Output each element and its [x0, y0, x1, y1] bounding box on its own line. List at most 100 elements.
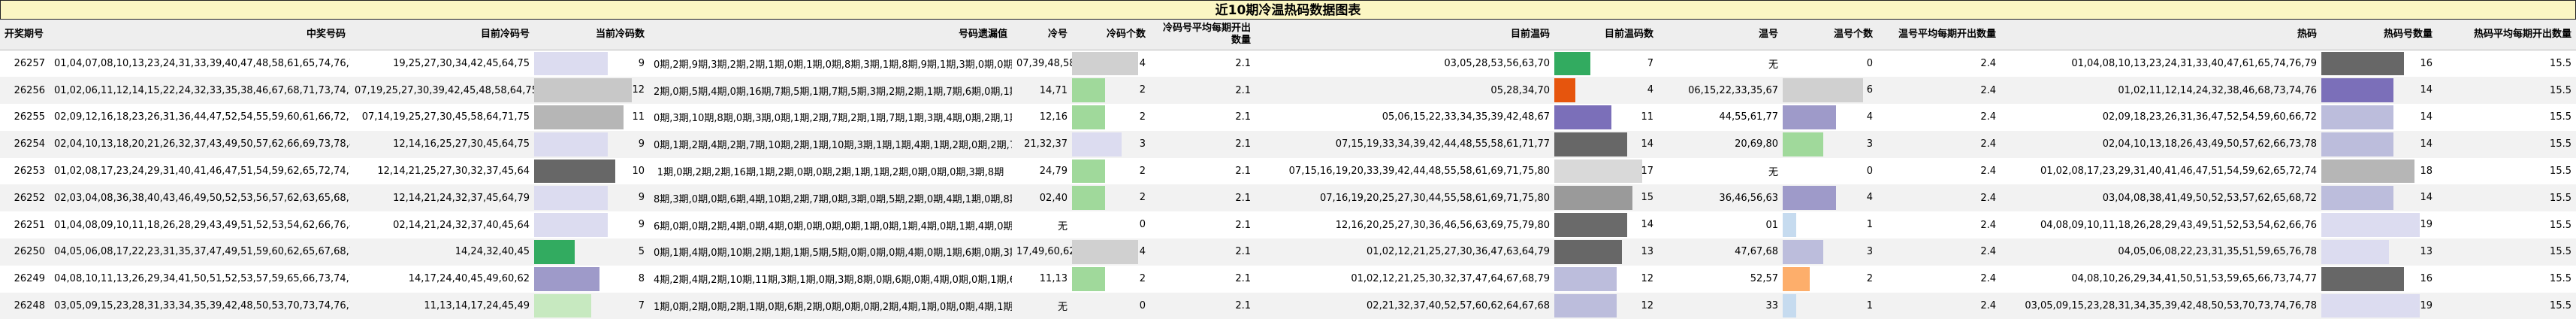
cell-value: 9 [638, 57, 645, 69]
cell-mid: 02,03,04,08,36,38,40,43,46,49,50,52,53,5… [50, 184, 350, 212]
header-hot-avg: 热码平均每期开出数量 [2437, 20, 2576, 50]
cell-hot-count: 19 [2321, 292, 2437, 319]
cell-warm-code: 01,02,12,21,25,27,30,36,47,63,64,79 [1255, 238, 1554, 266]
cell-value: 18 [2420, 165, 2433, 177]
cell-warm-avg: 2.4 [1877, 211, 2001, 239]
cell-miss: 4期,2期,4期,2期,10期,11期,3期,1期,0期,3期,8期,0期,6期… [649, 265, 1012, 293]
cell-warm-n: 2 [1783, 265, 1877, 293]
cell-warm-code: 07,16,19,20,25,27,30,44,55,58,61,69,71,7… [1255, 184, 1554, 212]
cell-cold-code: 07,19,25,27,30,39,42,45,48,58,64,75 [350, 77, 534, 105]
cell-warm: 52,57 [1658, 265, 1783, 293]
cell-cold: 11,13 [1012, 265, 1072, 293]
table-row: 26252 02,03,04,08,36,38,40,43,46,49,50,52… [0, 184, 2576, 212]
header-warm-code: 目前温码 [1255, 20, 1554, 50]
cell-cold-n: 2 [1072, 77, 1150, 105]
cell-cold: 无 [1012, 211, 1072, 239]
table-row: 26255 02,09,12,16,18,23,26,31,36,44,47,52… [0, 104, 2576, 131]
cell-cold-code: 14,17,24,40,45,49,60,62 [350, 265, 534, 293]
cell-cold: 02,40 [1012, 184, 1072, 212]
table-row: 26253 01,02,08,17,23,24,29,31,40,41,46,47… [0, 157, 2576, 185]
header-hot-count: 热码号数量 [2321, 20, 2437, 50]
cell-warm-code: 05,06,15,22,33,34,35,39,42,48,67 [1255, 104, 1554, 131]
cell-cold-n: 0 [1072, 211, 1150, 239]
cell-warm-code: 07,15,19,33,34,39,42,44,48,55,58,61,71,7… [1255, 130, 1554, 158]
cell-value: 5 [638, 246, 645, 258]
cell-hot-count: 13 [2321, 238, 2437, 266]
cell-hot-count: 16 [2321, 265, 2437, 293]
cell-cold-count: 10 [534, 157, 649, 185]
cell-warm-avg: 2.4 [1877, 130, 2001, 158]
cell-warm-code: 12,16,20,25,27,30,36,46,56,63,69,75,79,8… [1255, 211, 1554, 239]
header-issue: 开奖期号 [0, 20, 50, 50]
cell-value: 12 [632, 84, 645, 96]
cell-value: 14 [2420, 111, 2433, 123]
cell-cold-avg: 2.1 [1150, 104, 1255, 131]
cell-warm-count: 14 [1554, 130, 1658, 158]
cell-value: 15 [1641, 192, 1653, 204]
cell-value: 2 [1139, 111, 1146, 123]
cell-hot: 01,02,11,12,14,24,32,38,46,68,73,74,76 [2001, 77, 2321, 105]
cell-cold-avg: 2.1 [1150, 292, 1255, 319]
table-row: 26248 03,05,09,15,23,28,31,33,34,35,39,42… [0, 292, 2576, 319]
header-warm-count: 目前温码数 [1554, 20, 1658, 50]
cell-value: 1 [1866, 219, 1873, 231]
cell-value: 4 [1866, 192, 1873, 204]
cell-warm-n: 1 [1783, 292, 1877, 319]
cell-warm: 01 [1658, 211, 1783, 239]
cell-warm-avg: 2.4 [1877, 265, 2001, 293]
cell-hot-avg: 15.5 [2437, 211, 2576, 239]
cell-hot: 04,08,09,10,11,18,26,28,29,43,49,51,52,5… [2001, 211, 2321, 239]
cell-cold: 24,79 [1012, 157, 1072, 185]
cell-warm: 无 [1658, 50, 1783, 77]
cell-miss: 0期,2期,9期,3期,2期,2期,1期,0期,1期,0期,8期,3期,1期,8… [649, 50, 1012, 77]
cell-value: 0 [1866, 165, 1873, 177]
cell-warm-avg: 2.4 [1877, 157, 2001, 185]
cell-mid: 04,05,06,08,17,22,23,31,35,37,47,49,51,5… [50, 238, 350, 266]
header-cold: 冷号 [1012, 20, 1072, 50]
header-warm-n: 温号个数 [1783, 20, 1877, 50]
cell-value: 2 [1139, 272, 1146, 284]
cell-value: 9 [638, 138, 645, 150]
header-warm: 温号 [1658, 20, 1783, 50]
cell-warm-n: 3 [1783, 130, 1877, 158]
cell-miss: 0期,3期,10期,8期,0期,3期,0期,1期,2期,7期,2期,1期,7期,… [649, 104, 1012, 131]
cell-warm-n: 4 [1783, 184, 1877, 212]
cell-cold-code: 19,25,27,30,34,42,45,64,75 [350, 50, 534, 77]
cell-cold: 无 [1012, 292, 1072, 319]
cell-cold-avg: 2.1 [1150, 265, 1255, 293]
cell-warm-n: 0 [1783, 157, 1877, 185]
table-row: 26250 04,05,06,08,17,22,23,31,35,37,47,49… [0, 238, 2576, 266]
header-mid: 中奖号码 [50, 20, 350, 50]
cell-hot: 02,04,10,13,18,26,43,49,50,57,62,66,73,7… [2001, 130, 2321, 158]
data-table: 开奖期号 中奖号码 目前冷码号 当前冷码数 号码遗漏值 冷号 冷码个数 冷码号平… [0, 20, 2576, 319]
cell-cold-code: 11,13,14,17,24,45,49 [350, 292, 534, 319]
cell-value: 13 [1641, 246, 1653, 258]
header-hot: 热码 [2001, 20, 2321, 50]
cell-value: 8 [638, 272, 645, 284]
cell-issue: 26250 [0, 238, 50, 266]
cell-value: 14 [2420, 84, 2433, 96]
cell-warm-code: 01,02,12,21,25,30,32,37,47,64,67,68,79 [1255, 265, 1554, 293]
cell-hot-count: 14 [2321, 104, 2437, 131]
cell-issue: 26256 [0, 77, 50, 105]
cell-issue: 26249 [0, 265, 50, 293]
cell-value: 0 [1139, 299, 1146, 311]
cell-value: 16 [2420, 272, 2433, 284]
cell-hot: 01,04,08,10,13,23,24,31,33,40,47,61,65,7… [2001, 50, 2321, 77]
cell-cold-n: 2 [1072, 157, 1150, 185]
cell-miss: 8期,3期,0期,0期,6期,4期,10期,2期,7期,0期,3期,0期,5期,… [649, 184, 1012, 212]
cell-hot-avg: 15.5 [2437, 184, 2576, 212]
cell-cold-count: 12 [534, 77, 649, 105]
cell-hot-count: 14 [2321, 184, 2437, 212]
cell-hot-avg: 15.5 [2437, 77, 2576, 105]
cell-warm-count: 11 [1554, 104, 1658, 131]
cell-cold-count: 7 [534, 292, 649, 319]
cell-warm-avg: 2.4 [1877, 292, 2001, 319]
cell-cold-count: 9 [534, 211, 649, 239]
cell-hot-avg: 15.5 [2437, 157, 2576, 185]
cell-cold-n: 4 [1072, 50, 1150, 77]
cell-hot-avg: 15.5 [2437, 130, 2576, 158]
header-cold-code: 目前冷码号 [350, 20, 534, 50]
cell-miss: 2期,0期,5期,4期,0期,16期,7期,5期,1期,7期,5期,3期,2期,… [649, 77, 1012, 105]
header-cold-count: 当前冷码数 [534, 20, 649, 50]
